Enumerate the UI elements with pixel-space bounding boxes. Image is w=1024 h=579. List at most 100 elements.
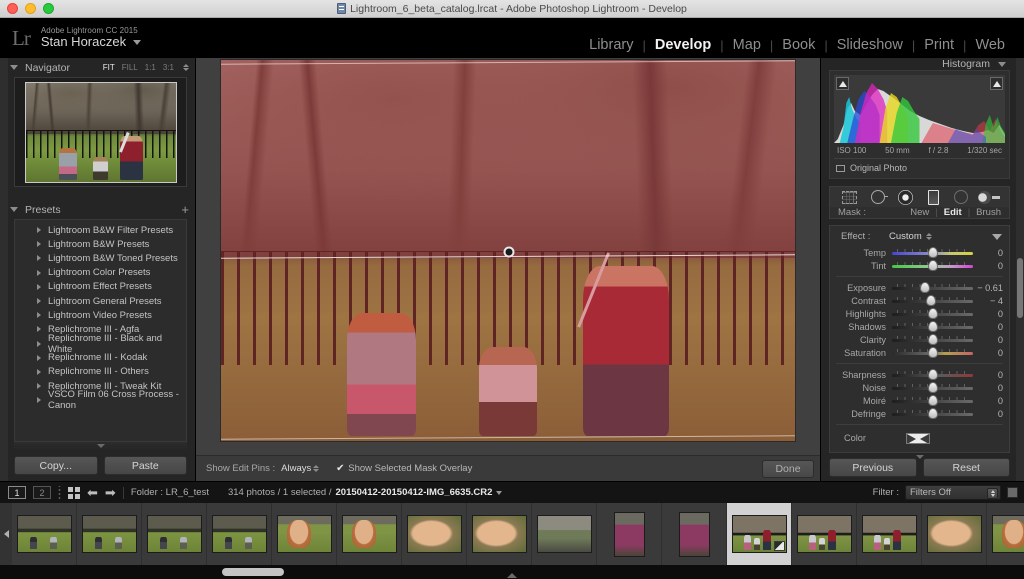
mask-mode-edit[interactable]: Edit xyxy=(944,207,962,218)
effect-preset-row[interactable]: Effect : Custom xyxy=(830,230,1009,246)
thumbnail[interactable] xyxy=(731,515,787,553)
slider-highlights[interactable]: Highlights 0 xyxy=(830,307,1009,320)
slider-defringe[interactable]: Defringe 0 xyxy=(830,407,1009,420)
slider-knob[interactable] xyxy=(920,282,931,293)
list-item[interactable]: Replichrome III - Others xyxy=(15,365,186,379)
edit-pin[interactable] xyxy=(503,246,515,258)
chevron-right-icon[interactable] xyxy=(37,227,41,234)
radial-filter-tool[interactable] xyxy=(895,187,917,207)
module-picker[interactable]: Library | Develop | Map | Book | Slidesh… xyxy=(580,37,1014,53)
histogram-graph[interactable] xyxy=(834,75,1005,143)
main-photo-frame[interactable] xyxy=(221,60,795,441)
slider-exposure[interactable]: Exposure − 0.61 xyxy=(830,281,1009,294)
histogram-header[interactable]: Histogram xyxy=(821,58,1024,70)
slider-temp[interactable]: Temp 0 xyxy=(830,246,1009,259)
thumbnail[interactable] xyxy=(276,515,332,553)
screen-2-button[interactable]: 2 xyxy=(33,486,51,499)
slider-track[interactable] xyxy=(892,408,973,419)
slider-track[interactable] xyxy=(892,334,973,345)
slider-track[interactable] xyxy=(892,369,973,380)
list-item[interactable] xyxy=(272,503,337,565)
spot-removal-tool[interactable] xyxy=(867,187,889,207)
module-map[interactable]: Map xyxy=(724,37,770,53)
slider-track[interactable] xyxy=(892,321,973,332)
thumbnail[interactable] xyxy=(406,515,462,553)
presets-list[interactable]: Lightroom B&W Filter Presets Lightroom B… xyxy=(14,219,187,442)
slider-track[interactable] xyxy=(892,282,973,293)
thumbnail[interactable] xyxy=(16,515,72,553)
slider-noise[interactable]: Noise 0 xyxy=(830,381,1009,394)
chevron-right-icon[interactable] xyxy=(37,298,41,305)
navigator-header[interactable]: Navigator FIT FILL 1:1 3:1 xyxy=(0,58,195,77)
list-item[interactable] xyxy=(792,503,857,565)
list-item[interactable] xyxy=(597,503,662,565)
add-preset-icon[interactable]: + xyxy=(181,203,189,216)
effect-stepper-icon[interactable] xyxy=(925,233,932,240)
slider-knob[interactable] xyxy=(927,334,938,345)
module-slideshow[interactable]: Slideshow xyxy=(828,37,912,53)
screen-1-button[interactable]: 1 xyxy=(8,486,26,499)
navigator-zoom-options[interactable]: FIT FILL 1:1 3:1 xyxy=(103,63,189,72)
filter-stepper-icon[interactable] xyxy=(987,487,998,499)
list-item[interactable] xyxy=(922,503,987,565)
photo-stage[interactable] xyxy=(196,58,820,455)
filmstrip-scrollbar[interactable] xyxy=(0,565,1024,579)
thumbnail[interactable] xyxy=(471,515,527,553)
list-item[interactable]: Replichrome III - Black and White xyxy=(15,333,186,355)
slider-knob[interactable] xyxy=(927,347,938,358)
slider-knob[interactable] xyxy=(927,247,938,258)
chevron-right-icon[interactable] xyxy=(37,283,41,290)
filmstrip-scrollbar-thumb[interactable] xyxy=(222,568,284,576)
develop-badge-icon[interactable] xyxy=(773,541,785,551)
mask-mode-new[interactable]: New xyxy=(910,207,929,218)
thumbnail[interactable] xyxy=(796,515,852,553)
list-item[interactable] xyxy=(987,503,1024,565)
thumbnail[interactable] xyxy=(536,515,592,553)
thumbnail[interactable] xyxy=(146,515,202,553)
module-web[interactable]: Web xyxy=(966,37,1014,53)
chevron-down-icon[interactable] xyxy=(10,65,18,70)
graduated-filter-tool[interactable] xyxy=(922,187,944,207)
list-item[interactable] xyxy=(12,503,77,565)
thumbnail[interactable] xyxy=(211,515,267,553)
slider-clarity[interactable]: Clarity 0 xyxy=(830,333,1009,346)
list-item[interactable]: Lightroom Effect Presets xyxy=(15,280,186,294)
list-item-selected[interactable] xyxy=(727,503,792,565)
filmstrip-scroll-left[interactable] xyxy=(0,503,12,565)
filmstrip-collapse-icon[interactable] xyxy=(507,573,517,578)
chevron-down-icon[interactable] xyxy=(496,490,503,495)
adjustment-brush-tool[interactable] xyxy=(978,187,1001,207)
right-panel-scrollbar[interactable] xyxy=(1017,258,1023,318)
color-swatch[interactable] xyxy=(905,432,930,444)
list-item[interactable] xyxy=(207,503,272,565)
navigator-preview[interactable] xyxy=(14,77,187,187)
paste-button[interactable]: Paste xyxy=(103,456,187,475)
list-item[interactable] xyxy=(857,503,922,565)
user-name-row[interactable]: Stan Horaczek xyxy=(41,34,142,50)
go-forward-icon[interactable]: ➡ xyxy=(105,486,116,499)
list-item[interactable]: Lightroom B&W Toned Presets xyxy=(15,251,186,265)
slider-track[interactable] xyxy=(892,395,973,406)
slider-saturation[interactable]: Saturation 0 xyxy=(830,346,1009,359)
left-panel-resize-handle[interactable] xyxy=(0,58,8,481)
chevron-right-icon[interactable] xyxy=(37,255,41,262)
show-mask-overlay-checkbox[interactable]: ✔ Show Selected Mask Overlay xyxy=(335,463,472,474)
list-item[interactable] xyxy=(337,503,402,565)
identity-plate[interactable]: Adobe Lightroom CC 2015 Stan Horaczek xyxy=(41,26,142,50)
crop-overlay-tool[interactable] xyxy=(839,187,861,207)
slider-knob[interactable] xyxy=(927,369,938,380)
slider-contrast[interactable]: Contrast − 4 xyxy=(830,294,1009,307)
show-edit-pins-dropdown[interactable]: Always xyxy=(281,463,320,474)
list-item[interactable] xyxy=(467,503,532,565)
slider-track[interactable] xyxy=(892,308,973,319)
reset-button[interactable]: Reset xyxy=(922,458,1010,477)
module-library[interactable]: Library xyxy=(580,37,642,53)
chevron-down-icon[interactable] xyxy=(998,61,1006,67)
chevron-right-icon[interactable] xyxy=(37,340,41,347)
filter-select[interactable]: Filters Off xyxy=(905,485,1001,500)
mask-mode-brush[interactable]: Brush xyxy=(976,207,1001,218)
list-item[interactable] xyxy=(402,503,467,565)
chevron-right-icon[interactable] xyxy=(37,368,41,375)
slider-knob[interactable] xyxy=(927,308,938,319)
filmstrip-source-info[interactable]: Folder : LR_6_test xyxy=(131,487,209,498)
